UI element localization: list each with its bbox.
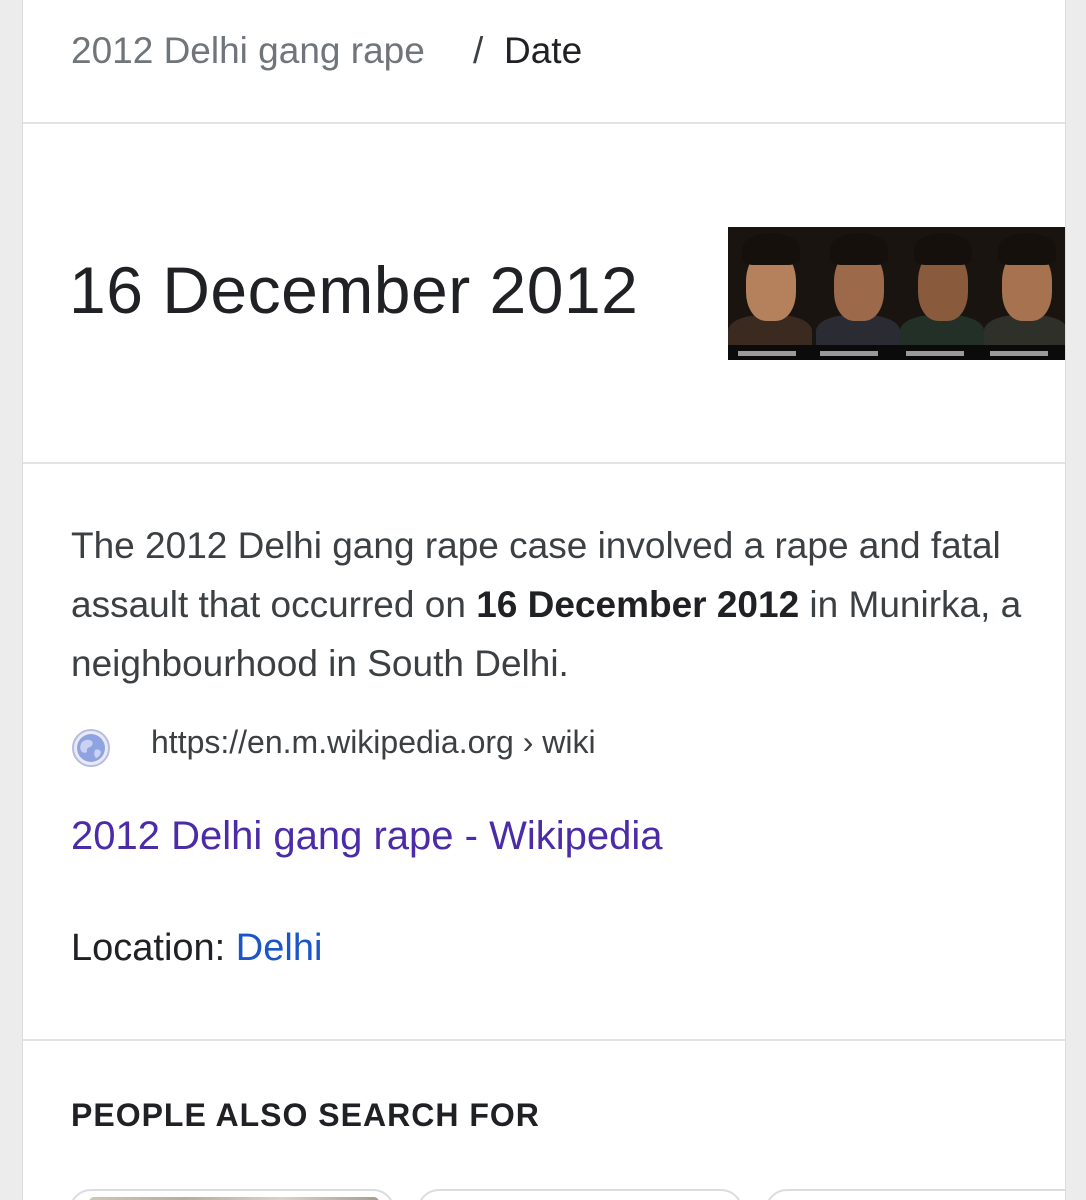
answer-date: 16 December 2012	[69, 253, 639, 327]
people-also-search-section: PEOPLE ALSO SEARCH FOR	[23, 1041, 1065, 1200]
snippet-section: The 2012 Delhi gang rape case involved a…	[23, 464, 1065, 1039]
snippet-bold-date: 16 December 2012	[476, 584, 800, 625]
result-title-link[interactable]: 2012 Delhi gang rape - Wikipedia	[71, 814, 662, 859]
answer-section: 16 December 2012	[23, 124, 1065, 462]
breadcrumb-link[interactable]: 2012 Delhi gang rape	[71, 30, 425, 72]
portrait-1	[728, 227, 812, 355]
breadcrumb-current: Date	[504, 30, 583, 71]
portrait-2	[816, 227, 900, 355]
related-entity-card-1[interactable]	[69, 1189, 395, 1200]
location-link[interactable]: Delhi	[236, 927, 323, 969]
knowledge-panel-card: 2012 Delhi gang rape / Date 16 December …	[22, 0, 1066, 1200]
people-also-search-heading: PEOPLE ALSO SEARCH FOR	[71, 1097, 540, 1133]
location-label: Location:	[71, 927, 226, 969]
source-url[interactable]: https://en.m.wikipedia.org › wiki	[151, 724, 596, 761]
portrait-3	[900, 227, 984, 355]
breadcrumb: 2012 Delhi gang rape / Date	[23, 0, 1065, 122]
location-row: Location: Delhi	[71, 927, 322, 970]
globe-icon	[72, 729, 110, 767]
snippet-text: The 2012 Delhi gang rape case involved a…	[71, 516, 1031, 693]
name-caption-strip	[728, 345, 1065, 360]
breadcrumb-separator: /	[473, 30, 484, 71]
suspect-photos-thumbnail[interactable]	[728, 227, 1065, 360]
related-entity-card-2[interactable]	[417, 1189, 743, 1200]
related-entity-card-3[interactable]	[765, 1189, 1065, 1200]
portrait-4	[984, 227, 1065, 355]
